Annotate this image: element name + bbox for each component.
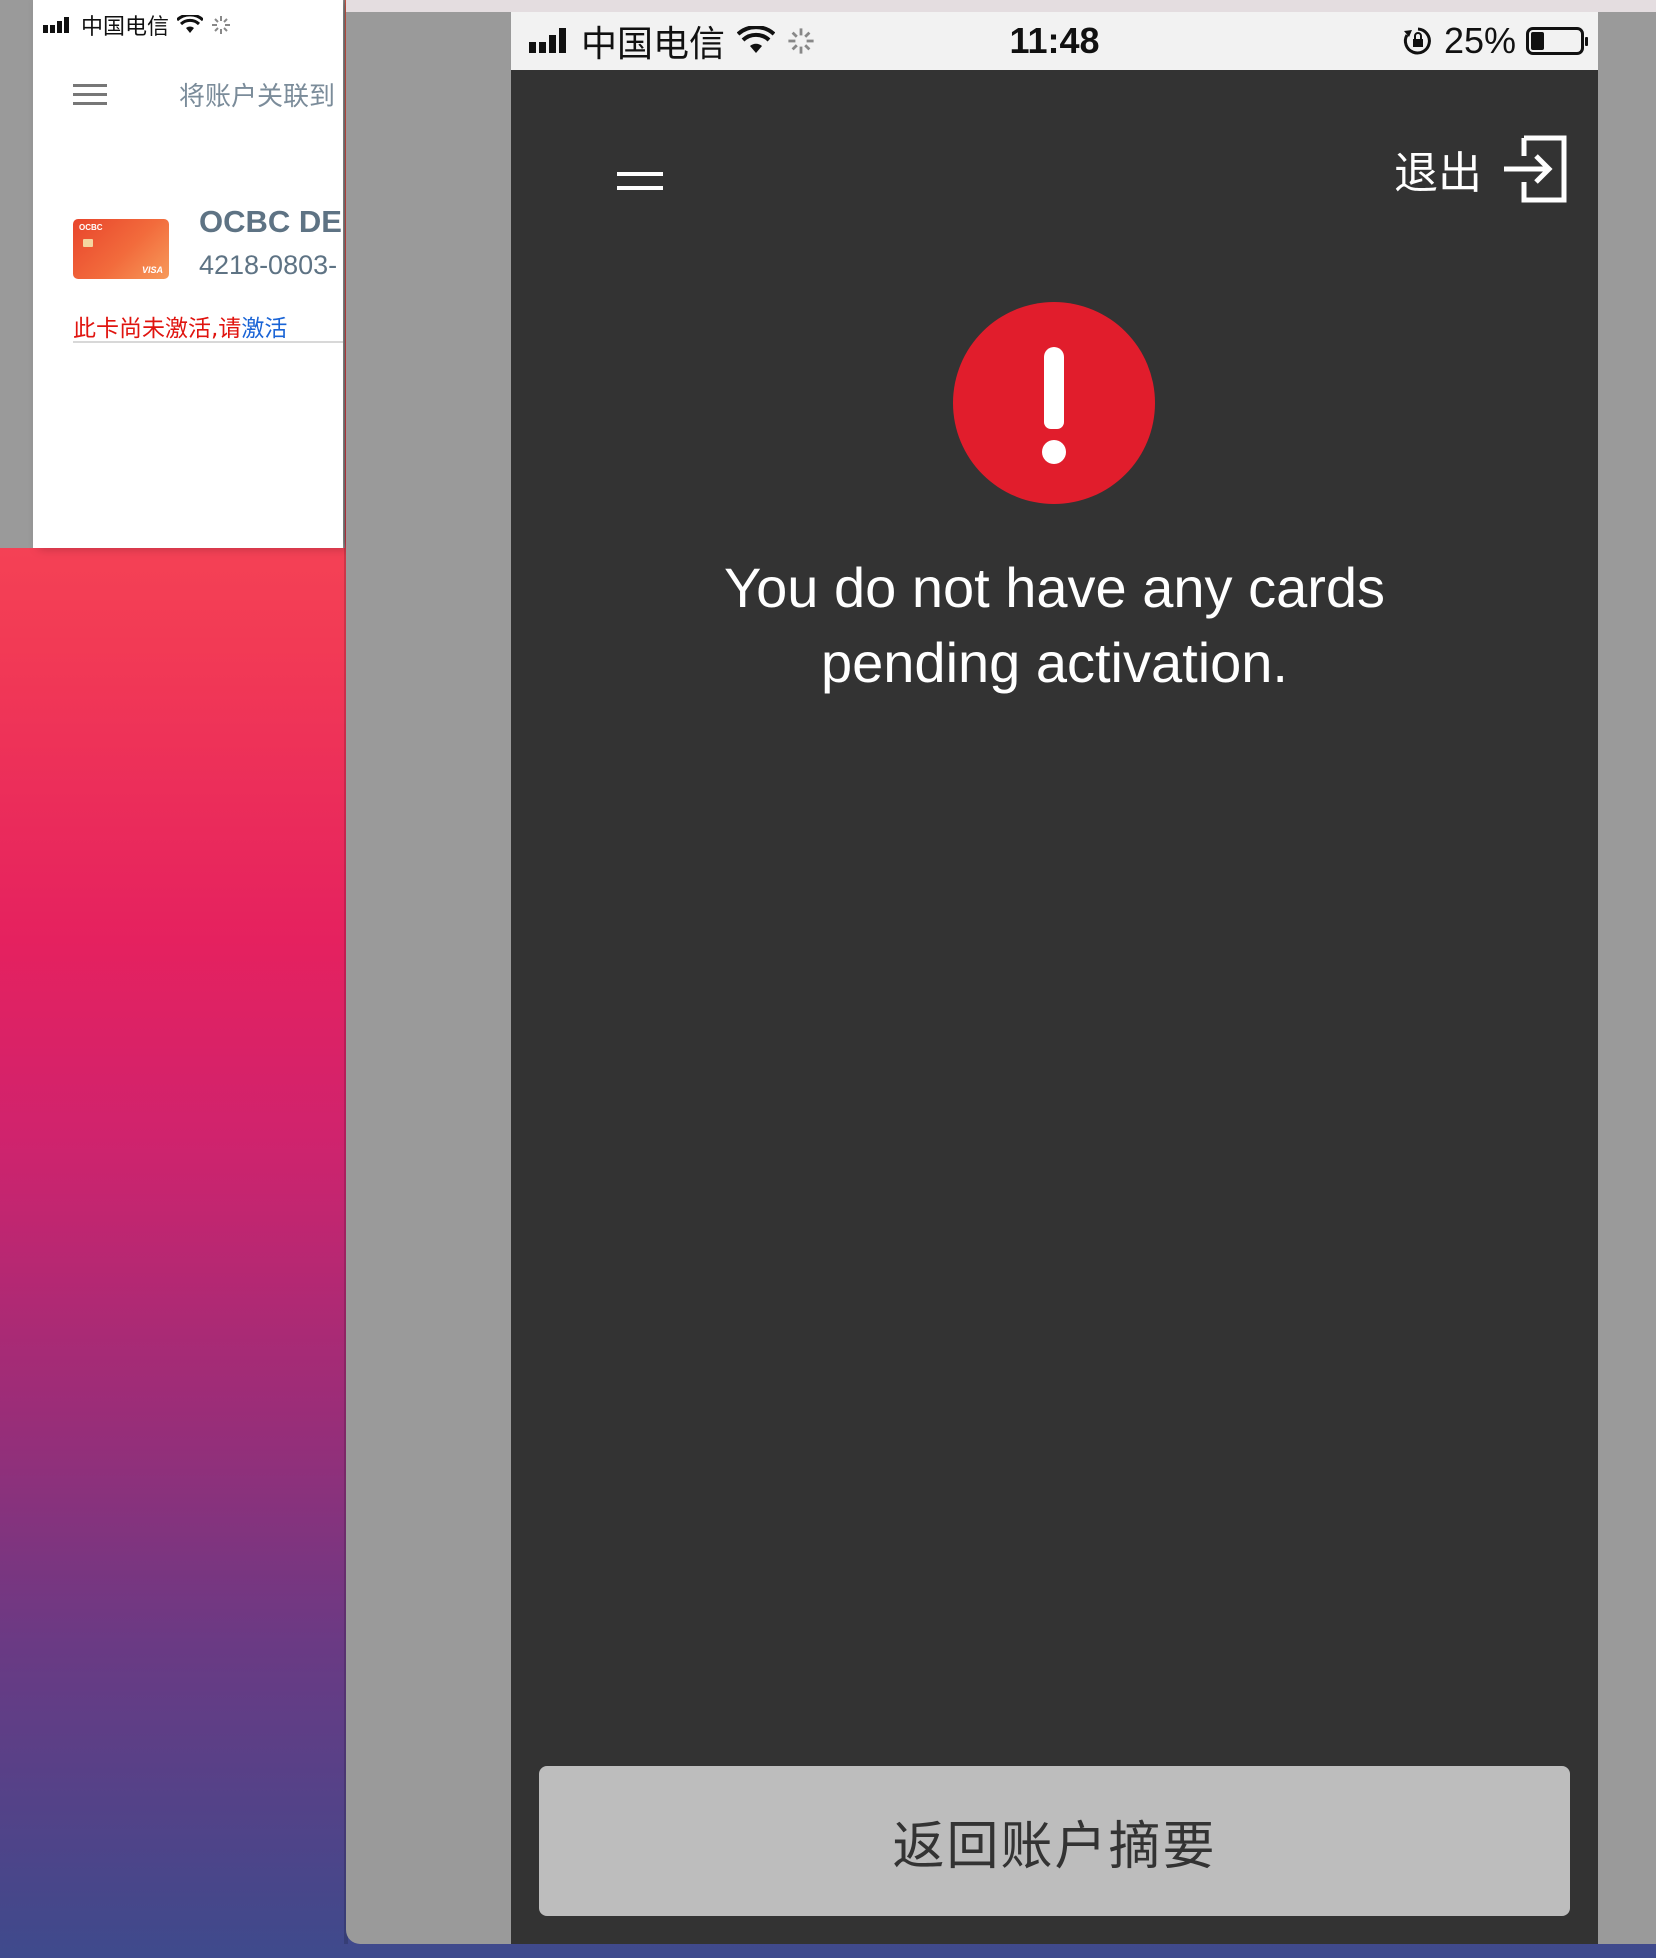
wifi-icon — [177, 15, 204, 33]
left-page-title: 将账户关联到 — [179, 82, 336, 112]
window-top-edge — [346, 0, 1656, 12]
rotation-lock-icon — [1403, 27, 1431, 55]
status-bar: 中国电信 11:48 25% — [511, 12, 1598, 70]
card-thumbnail: OCBC VISA — [73, 219, 169, 279]
card-name: OCBC DEI — [199, 204, 343, 239]
message-line-1: You do not have any cards — [723, 556, 1386, 619]
left-status-bar: 中国电信 — [43, 10, 231, 40]
left-carrier-label: 中国电信 — [81, 15, 170, 40]
foreground-window: 中国电信 11:48 25% 退出 You do not have any ca… — [346, 0, 1656, 1944]
back-to-account-summary-button[interactable]: 返回账户摘要 — [539, 1766, 1570, 1916]
card-number: 4218-0803- — [199, 250, 338, 280]
signal-icon — [43, 17, 69, 33]
status-right: 25% — [1402, 18, 1588, 64]
loading-spinner-icon — [212, 16, 231, 34]
left-menu-icon[interactable] — [73, 84, 107, 105]
logout-label: 退出 — [1394, 148, 1482, 199]
card-inactive-text: 此卡尚未激活,请 — [73, 316, 242, 342]
activate-link[interactable]: 激活 — [241, 316, 287, 342]
card-inactive-warning: 此卡尚未激活,请激活 — [73, 309, 287, 343]
menu-icon[interactable] — [617, 172, 663, 202]
alert-icon — [953, 302, 1155, 504]
left-phone-screen: 中国电信 将账户关联到 OCBC VISA OCBC DEI 4218-0803… — [33, 0, 343, 548]
empty-state-message: You do not have any cards pending activa… — [661, 550, 1448, 700]
logout-icon — [1504, 135, 1567, 203]
message-line-2: pending activation. — [820, 631, 1288, 694]
card-bank-logo: OCBC — [79, 223, 103, 232]
card-network-logo: VISA — [141, 265, 163, 275]
battery-icon — [1526, 27, 1588, 55]
card-divider — [73, 341, 343, 343]
back-button-label: 返回账户摘要 — [892, 1816, 1217, 1877]
phone-screen: 中国电信 11:48 25% 退出 You do not have any ca… — [511, 12, 1598, 1944]
card-chip-icon — [83, 239, 93, 247]
battery-percent: 25% — [1443, 20, 1516, 61]
logout-button[interactable]: 退出 — [1394, 134, 1568, 204]
